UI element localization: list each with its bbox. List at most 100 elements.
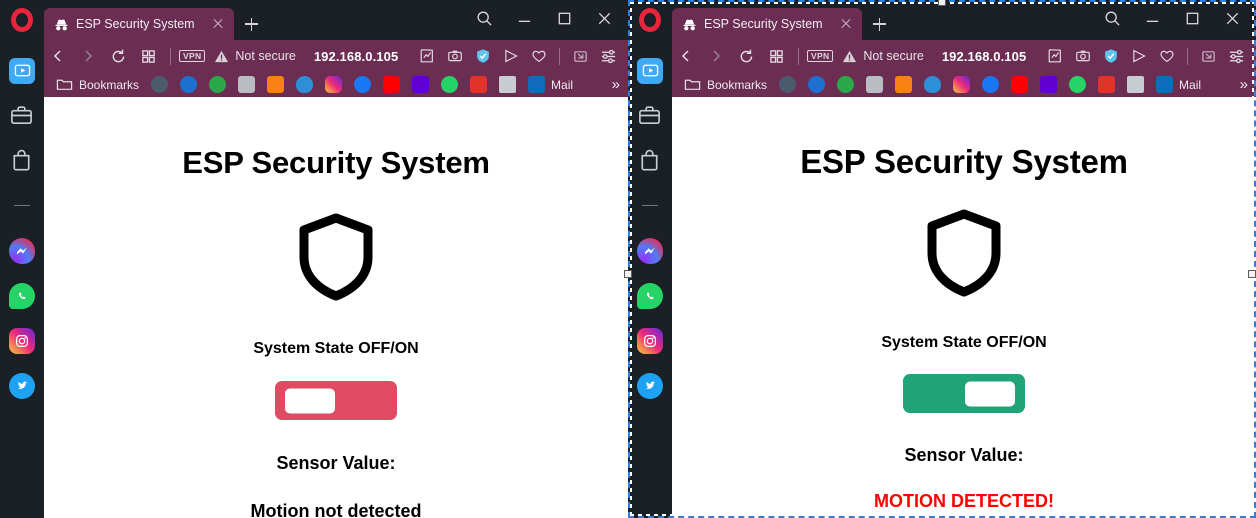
bookmark-item[interactable]: [1034, 74, 1063, 96]
back-button[interactable]: [44, 43, 72, 69]
easy-setup-sliders-icon[interactable]: [594, 43, 622, 69]
bookmark-mail[interactable]: Mail: [1150, 74, 1207, 96]
browser-tab[interactable]: ESP Security System: [44, 8, 234, 40]
system-state-toggle[interactable]: [903, 374, 1025, 413]
whatsapp-icon: [637, 282, 663, 309]
bookmark-item[interactable]: [290, 74, 319, 96]
bookmark-item[interactable]: [1005, 74, 1034, 96]
adblock-shield-icon[interactable]: [1097, 43, 1125, 69]
heart-favorite-icon[interactable]: [1153, 43, 1181, 69]
heart-favorite-icon[interactable]: [525, 43, 553, 69]
back-button[interactable]: [672, 43, 700, 69]
close-icon[interactable]: [1212, 1, 1252, 35]
maximize-icon[interactable]: [1172, 1, 1212, 35]
close-tab-icon[interactable]: [210, 16, 226, 32]
bookmark-mail[interactable]: Mail: [522, 74, 579, 96]
close-tab-icon[interactable]: [838, 16, 854, 32]
bookmark-item[interactable]: [145, 74, 174, 96]
maximize-icon[interactable]: [544, 1, 584, 35]
sidebar-item-whatsapp[interactable]: [0, 273, 44, 318]
vpn-badge[interactable]: VPN: [807, 49, 834, 63]
cast-screen-icon[interactable]: [566, 43, 594, 69]
send-flow-icon[interactable]: [497, 43, 525, 69]
minimize-icon[interactable]: [504, 1, 544, 35]
sidebar-item-workspace[interactable]: [0, 93, 44, 138]
bookmark-item[interactable]: [232, 74, 261, 96]
selection-handle-right[interactable]: [1248, 270, 1256, 278]
site-security-status[interactable]: Not secure: [214, 49, 296, 64]
close-icon[interactable]: [584, 1, 624, 35]
bookmark-item[interactable]: [802, 74, 831, 96]
reload-button[interactable]: [104, 43, 132, 69]
bookmark-item[interactable]: [377, 74, 406, 96]
search-icon[interactable]: [1092, 1, 1132, 35]
bookmarks-overflow-icon[interactable]: »: [1240, 76, 1256, 93]
send-flow-icon[interactable]: [1125, 43, 1153, 69]
snapshot-camera-icon[interactable]: [441, 43, 469, 69]
browser-tab[interactable]: ESP Security System: [672, 8, 862, 40]
cast-screen-icon[interactable]: [1194, 43, 1222, 69]
new-tab-button[interactable]: [862, 8, 896, 40]
sidebar-item-workspace[interactable]: [628, 93, 672, 138]
bookmark-item[interactable]: [406, 74, 435, 96]
title-bar: ESP Security System: [628, 0, 1256, 40]
bookmark-item[interactable]: [493, 74, 522, 96]
bookmark-item[interactable]: [435, 74, 464, 96]
bookmark-item[interactable]: [889, 74, 918, 96]
sidebar-item-player[interactable]: [628, 48, 672, 93]
bookmark-item[interactable]: [1092, 74, 1121, 96]
selection-handle-left[interactable]: [624, 270, 632, 278]
sidebar-item-twitter[interactable]: [0, 363, 44, 408]
forward-button[interactable]: [74, 43, 102, 69]
bookmark-item[interactable]: [174, 74, 203, 96]
sidebar-item-shopping[interactable]: [0, 138, 44, 183]
bookmark-item[interactable]: [319, 74, 348, 96]
bookmark-item[interactable]: [860, 74, 889, 96]
minimize-icon[interactable]: [1132, 1, 1172, 35]
opera-logo[interactable]: [628, 0, 672, 40]
search-icon[interactable]: [464, 1, 504, 35]
url-text[interactable]: 192.168.0.105: [314, 49, 398, 64]
bookmark-item[interactable]: [261, 74, 290, 96]
sidebar-item-whatsapp[interactable]: [628, 273, 672, 318]
bookmark-cisco-icon: [1127, 76, 1145, 93]
site-security-status[interactable]: Not secure: [842, 49, 924, 64]
system-state-toggle[interactable]: [275, 381, 397, 420]
bookmark-item[interactable]: [831, 74, 860, 96]
snapshot-camera-icon[interactable]: [1069, 43, 1097, 69]
incognito-hat-icon: [54, 17, 69, 32]
tab-islands-button[interactable]: [134, 43, 162, 69]
adblock-shield-icon[interactable]: [469, 43, 497, 69]
bookmark-item[interactable]: [1121, 74, 1150, 96]
bookmark-item[interactable]: [918, 74, 947, 96]
reload-button[interactable]: [732, 43, 760, 69]
bookmarks-folder[interactable]: Bookmarks: [678, 74, 773, 96]
tab-islands-button[interactable]: [762, 43, 790, 69]
pin-page-icon[interactable]: [413, 43, 441, 69]
bookmark-item[interactable]: [947, 74, 976, 96]
sidebar-item-instagram[interactable]: [0, 318, 44, 363]
bookmark-item[interactable]: [203, 74, 232, 96]
bookmark-item[interactable]: [976, 74, 1005, 96]
bookmarks-overflow-icon[interactable]: »: [612, 76, 628, 93]
sidebar-item-player[interactable]: [0, 48, 44, 93]
bookmark-green-app-icon: [837, 76, 855, 93]
vpn-badge[interactable]: VPN: [179, 49, 206, 63]
sidebar-item-messenger[interactable]: [0, 228, 44, 273]
bookmark-item[interactable]: [348, 74, 377, 96]
sidebar-item-messenger[interactable]: [628, 228, 672, 273]
sidebar-item-instagram[interactable]: [628, 318, 672, 363]
sidebar-item-twitter[interactable]: [628, 363, 672, 408]
bookmark-item[interactable]: [773, 74, 802, 96]
url-text[interactable]: 192.168.0.105: [942, 49, 1026, 64]
easy-setup-sliders-icon[interactable]: [1222, 43, 1250, 69]
pin-page-icon[interactable]: [1041, 43, 1069, 69]
selection-handle-top[interactable]: [938, 0, 946, 6]
new-tab-button[interactable]: [234, 8, 268, 40]
sidebar-item-shopping[interactable]: [628, 138, 672, 183]
opera-logo[interactable]: [0, 0, 44, 40]
bookmark-item[interactable]: [1063, 74, 1092, 96]
forward-button[interactable]: [702, 43, 730, 69]
bookmark-item[interactable]: [464, 74, 493, 96]
bookmarks-folder[interactable]: Bookmarks: [50, 74, 145, 96]
